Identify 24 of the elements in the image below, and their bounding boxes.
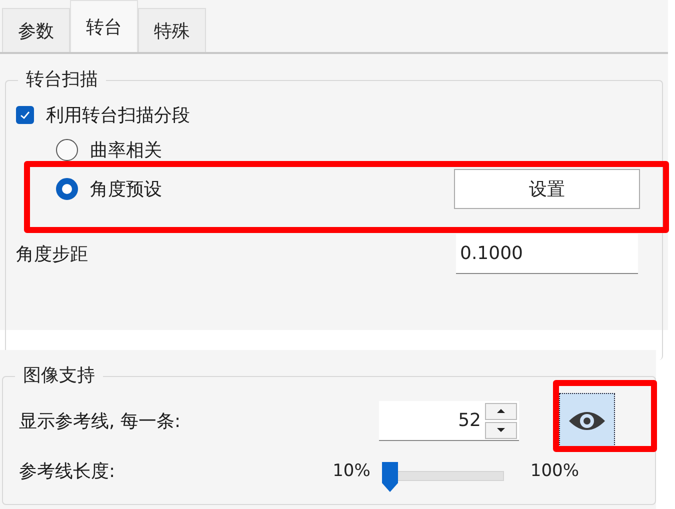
radio-label: 曲率相关 [90, 139, 162, 162]
spin-value: 52 [457, 410, 482, 431]
tab[interactable]: 特殊 [138, 8, 206, 52]
radio-button[interactable] [56, 178, 78, 200]
slider-label: 参考线长度: [19, 460, 116, 483]
settings-button[interactable]: 设置 [454, 169, 640, 209]
slider-max-label: 100% [530, 461, 579, 481]
spin-box[interactable]: 52 [379, 401, 519, 441]
tab[interactable]: 参数 [2, 8, 70, 52]
group-title: 转台扫描 [18, 67, 106, 91]
eye-icon [567, 409, 607, 433]
radio-button[interactable] [56, 139, 78, 161]
field-label: 显示参考线, 每一条: [19, 410, 181, 433]
checkbox-label: 利用转台扫描分段 [46, 104, 190, 127]
radio-label: 角度预设 [90, 178, 162, 201]
slider-min-label: 10% [332, 461, 370, 481]
tab[interactable]: 转台 [70, 0, 138, 52]
input-field[interactable]: 0.1000 [456, 234, 638, 274]
check-icon [19, 109, 31, 121]
eye-toggle-button[interactable] [559, 393, 615, 449]
slider[interactable] [382, 462, 504, 492]
checkbox[interactable] [16, 106, 34, 124]
slider-thumb[interactable] [382, 462, 398, 492]
field-label: 角度步距 [16, 243, 88, 266]
